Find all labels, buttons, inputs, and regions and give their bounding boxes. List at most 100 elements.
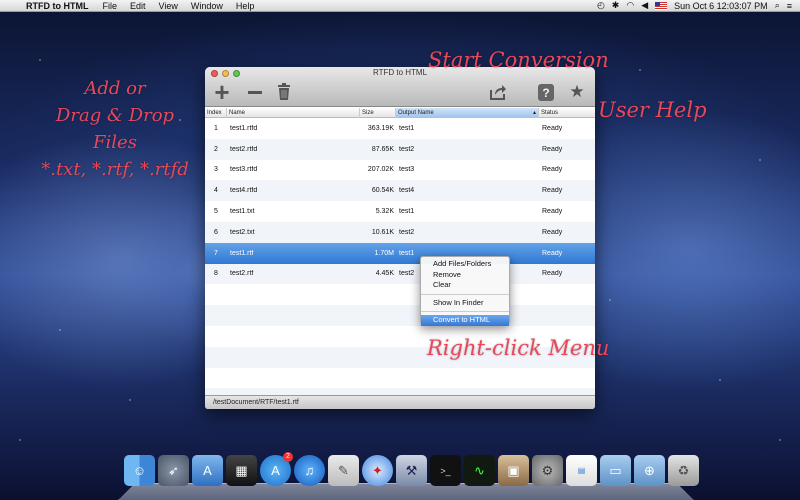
cell-index: 1 <box>214 124 218 132</box>
menu-clock[interactable]: Sun Oct 6 12:03:07 PM <box>674 1 768 11</box>
empty-row <box>205 368 595 389</box>
bluetooth-icon[interactable]: ✱ <box>612 0 620 11</box>
menu-edit[interactable]: Edit <box>130 1 146 11</box>
table-row[interactable]: 8 test2.rtf 4.45K test2 Ready <box>205 263 595 285</box>
trash-icon[interactable]: ♻ <box>668 455 699 486</box>
safari-icon[interactable]: ✦ <box>362 455 393 486</box>
us-flag-icon[interactable] <box>655 1 668 10</box>
activity-monitor-icon[interactable]: ∿ <box>464 455 495 486</box>
notification-badge: 2 <box>283 452 293 462</box>
menu-separator <box>421 293 509 295</box>
menu-bar: RTFD to HTML File Edit View Window Help … <box>0 0 800 12</box>
menu-window[interactable]: Window <box>191 1 223 11</box>
finder-icon[interactable]: ☺ <box>124 455 155 486</box>
cell-index: 8 <box>214 270 218 278</box>
dashboard-icon[interactable]: ▦ <box>226 455 257 486</box>
cell-size: 4.45K <box>375 270 394 278</box>
cell-output-name: test1 <box>399 124 415 132</box>
downloads-icon[interactable]: ⊕ <box>634 455 665 486</box>
share-icon[interactable] <box>489 84 507 100</box>
cell-size: 207.02K <box>367 166 394 174</box>
cell-size: 87.65K <box>371 145 394 153</box>
empty-row <box>205 284 595 305</box>
cell-status: Ready <box>542 270 563 278</box>
empty-row <box>205 305 595 326</box>
annotation-right-click-menu: Right-click Menu <box>427 336 610 360</box>
menu-app-name[interactable]: RTFD to HTML <box>26 1 88 11</box>
annotation-add-files: Add or Drag & Drop Files *.txt, *.rtf, *… <box>40 75 190 183</box>
column-header-index[interactable]: Index <box>205 108 227 118</box>
system-preferences-icon[interactable]: ⚙ <box>532 455 563 486</box>
terminal-icon[interactable]: >_ <box>430 455 461 486</box>
folder-icon[interactable]: ▭ <box>600 455 631 486</box>
preview-icon[interactable]: ✎ <box>328 455 359 486</box>
itunes-icon[interactable]: ♫ <box>294 455 325 486</box>
column-header-output-name[interactable]: Output Name ▴ <box>396 108 539 118</box>
menu-item-remove[interactable]: Remove <box>421 270 509 281</box>
annotation-line: Drag & Drop <box>55 105 175 126</box>
cell-index: 7 <box>214 249 218 257</box>
empty-row <box>205 388 595 395</box>
cell-output-name: test3 <box>399 166 415 174</box>
time-machine-icon[interactable]: ◴ <box>597 0 605 11</box>
notification-list-icon[interactable]: ≡ <box>787 1 792 11</box>
star-icon[interactable]: ★ <box>568 82 586 101</box>
cell-name: test2.txt <box>230 228 255 236</box>
xcode-icon[interactable]: ⚒ <box>396 455 427 486</box>
rtfd-icon[interactable]: ▤ <box>566 455 597 486</box>
menu-file[interactable]: File <box>102 1 117 11</box>
cell-status: Ready <box>542 166 563 174</box>
cell-index: 2 <box>214 145 218 153</box>
launchpad-icon[interactable]: ➶ <box>158 455 189 486</box>
column-header-name[interactable]: Name <box>227 108 360 118</box>
cell-size: 60.54K <box>371 187 394 195</box>
menu-help[interactable]: Help <box>236 1 255 11</box>
annotation-line: Add or <box>84 78 146 99</box>
app-store-icon[interactable]: A2 <box>260 452 293 486</box>
cell-name: test3.rtfd <box>230 166 258 174</box>
menu-item-convert-to-html[interactable]: Convert to HTML <box>421 315 509 326</box>
menu-item-add-files[interactable]: Add Files/Folders <box>421 259 509 270</box>
cell-name: test4.rtfd <box>230 187 258 195</box>
cell-index: 4 <box>214 187 218 195</box>
menu-view[interactable]: View <box>159 1 178 11</box>
cell-name: test2.rtfd <box>230 145 258 153</box>
app-store-icon[interactable]: A <box>192 455 223 486</box>
cell-name: test1.rtfd <box>230 124 258 132</box>
trash-icon[interactable] <box>277 83 291 101</box>
cell-name: test1.txt <box>230 208 255 216</box>
cell-status: Ready <box>542 187 563 195</box>
spotlight-search-icon[interactable]: ⌕ <box>775 0 780 11</box>
column-header-size[interactable]: Size <box>360 108 396 118</box>
cell-status: Ready <box>542 249 563 257</box>
minus-icon[interactable] <box>245 81 265 103</box>
menu-item-clear[interactable]: Clear <box>421 280 509 291</box>
cell-index: 3 <box>214 166 218 174</box>
table-row[interactable]: 5 test1.txt 5.32K test1 Ready <box>205 201 595 222</box>
table-row[interactable]: 3 test3.rtfd 207.02K test3 Ready <box>205 160 595 181</box>
help-icon[interactable]: ? <box>538 84 554 101</box>
cell-size: 10.61K <box>371 228 394 236</box>
annotation-line: *.txt, *.rtf, *.rtfd <box>41 159 189 180</box>
table-row[interactable]: 6 test2.txt 10.61K test2 Ready <box>205 221 595 243</box>
table-row[interactable]: 7 test1.rtf 1.70M test1 Ready <box>205 242 595 264</box>
cell-name: test2.rtf <box>230 270 254 278</box>
output-name-label: Output Name <box>398 110 434 116</box>
photo-icon[interactable]: ▣ <box>498 455 529 486</box>
column-header-status[interactable]: Status <box>539 108 595 118</box>
cell-status: Ready <box>542 228 563 236</box>
cell-output-name: test2 <box>399 145 415 153</box>
table-row[interactable]: 2 test2.rtfd 87.65K test2 Ready <box>205 138 595 160</box>
cell-index: 6 <box>214 228 218 236</box>
wifi-icon[interactable]: ◠ <box>626 0 634 11</box>
table-row[interactable]: 4 test4.rtfd 60.54K test4 Ready <box>205 180 595 202</box>
plus-icon[interactable]: + <box>211 79 233 105</box>
menu-item-show-in-finder[interactable]: Show In Finder <box>421 298 509 309</box>
window-toolbar: RTFD to HTML + ? ★ <box>205 67 595 107</box>
sort-arrow-icon: ▴ <box>532 110 536 116</box>
table-row[interactable]: 1 test1.rtfd 363.19K test1 Ready <box>205 118 595 139</box>
annotation-line: Files <box>93 132 137 153</box>
dock: ☺ ➶ A ▦ A2 ♫ ✎ ✦ ⚒ >_ ∿ ▣ ⚙ ▤ ▭ ⊕ ♻ <box>124 452 699 489</box>
volume-icon[interactable]: ◀ <box>641 0 648 11</box>
cell-output-name: test4 <box>399 187 415 195</box>
